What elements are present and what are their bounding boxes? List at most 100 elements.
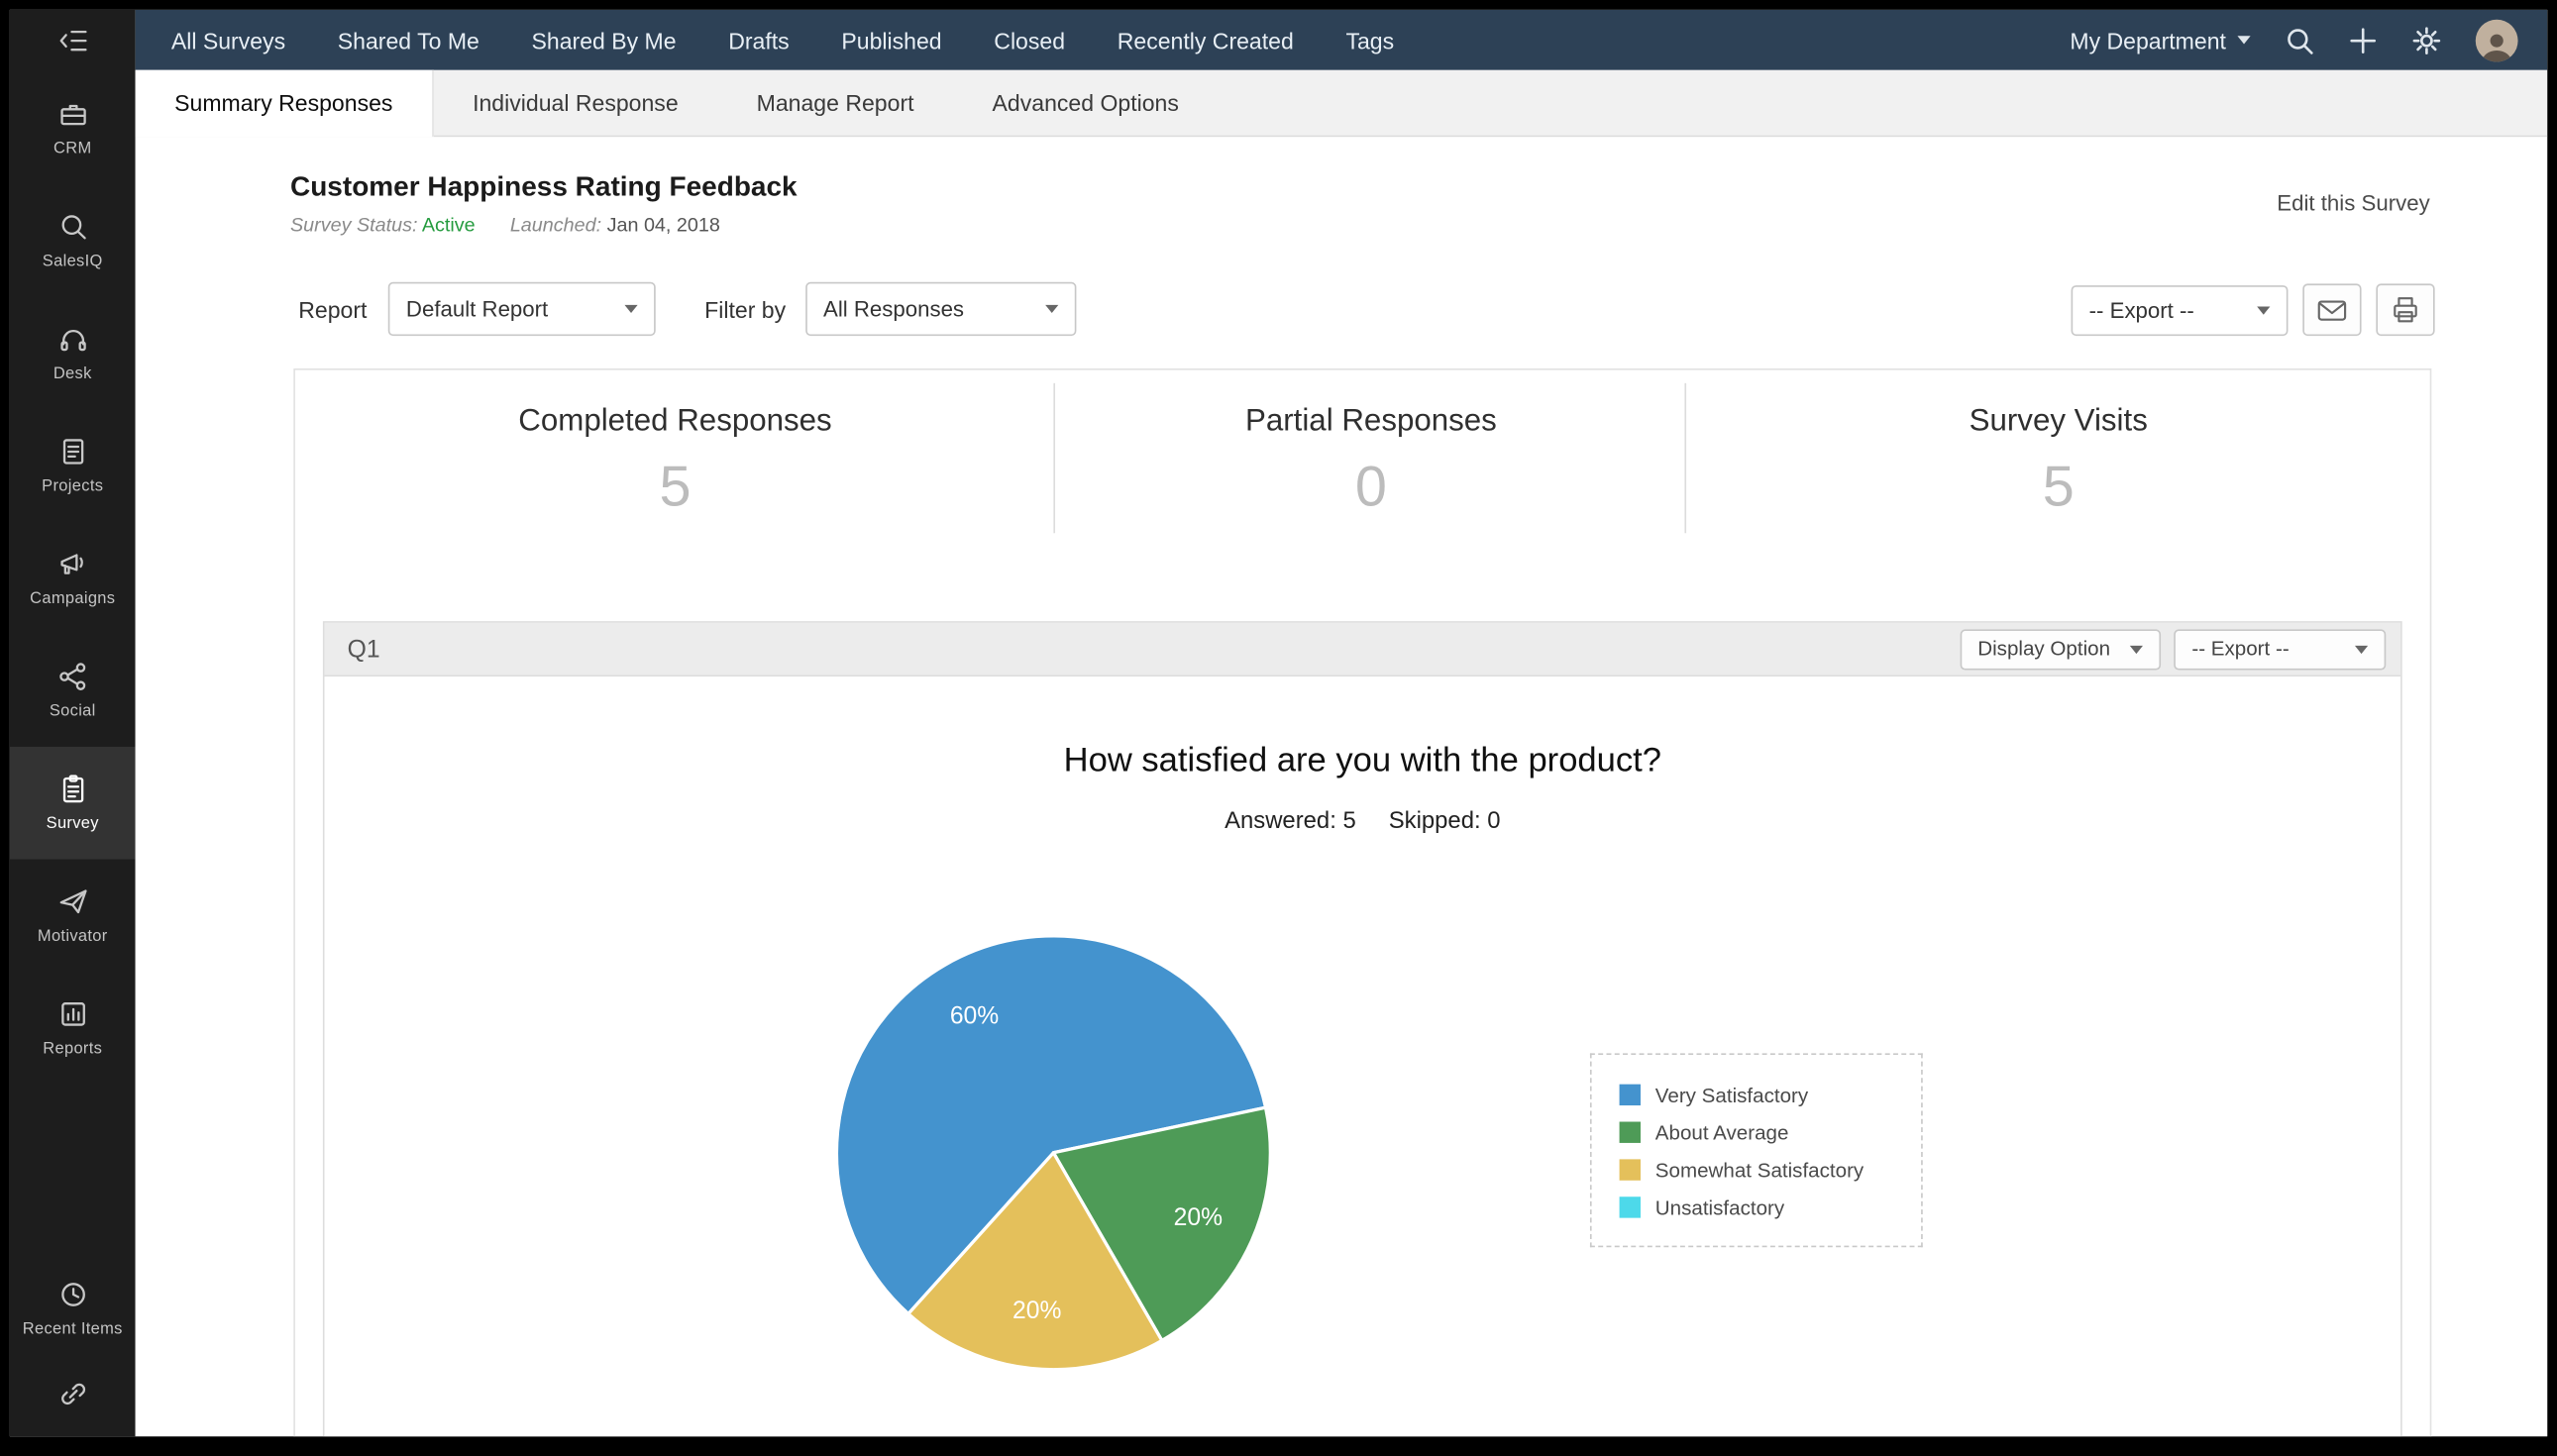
department-dropdown[interactable]: My Department bbox=[2070, 27, 2250, 52]
tab-summary-responses[interactable]: Summary Responses bbox=[136, 70, 434, 137]
sidebar-item-label: Desk bbox=[53, 365, 92, 383]
settings-button[interactable] bbox=[2412, 26, 2442, 55]
legend-label: Unsatisfactory bbox=[1655, 1196, 1784, 1218]
collapse-sidebar-button[interactable] bbox=[10, 10, 136, 72]
tab-advanced-options[interactable]: Advanced Options bbox=[953, 70, 1218, 136]
sidebar-item-projects[interactable]: Projects bbox=[10, 409, 136, 522]
pie-slice-label: 60% bbox=[950, 1003, 999, 1030]
nav-item-recently-created[interactable]: Recently Created bbox=[1118, 27, 1294, 52]
question-card-body: How satisfied are you with the product? … bbox=[325, 676, 2400, 1436]
stat-label: Survey Visits bbox=[1687, 404, 2430, 440]
print-button[interactable] bbox=[2376, 283, 2434, 336]
nav-item-published[interactable]: Published bbox=[841, 27, 941, 52]
printer-icon bbox=[2390, 293, 2422, 326]
chevron-down-icon bbox=[2130, 645, 2143, 653]
pie-slice-label: 20% bbox=[1174, 1204, 1223, 1231]
zoho-survey-app: CRM SalesIQ Desk Projects Campaigns bbox=[10, 10, 2547, 1436]
reports-icon bbox=[56, 997, 89, 1030]
chevron-down-icon bbox=[2257, 306, 2270, 314]
create-survey-button[interactable] bbox=[2348, 26, 2378, 55]
sidebar-item-crm[interactable]: CRM bbox=[10, 71, 136, 184]
stat-completed-responses: Completed Responses 5 bbox=[295, 370, 1055, 540]
nav-item-tags[interactable]: Tags bbox=[1345, 27, 1394, 52]
survey-launched-label: Launched: bbox=[510, 214, 601, 237]
legend-swatch bbox=[1620, 1196, 1641, 1217]
sidebar-item-survey[interactable]: Survey bbox=[10, 747, 136, 860]
legend-item[interactable]: Somewhat Satisfactory bbox=[1620, 1151, 1922, 1189]
stat-label: Completed Responses bbox=[295, 404, 1055, 440]
filter-dropdown[interactable]: All Responses bbox=[805, 282, 1076, 336]
answered-count: Answered: 5 bbox=[1225, 808, 1356, 834]
page-title: Customer Happiness Rating Feedback bbox=[290, 171, 798, 204]
app-sidebar: CRM SalesIQ Desk Projects Campaigns bbox=[10, 10, 136, 1436]
pie-chart-container: 60%20%20% bbox=[833, 933, 1273, 1373]
crm-icon bbox=[56, 98, 89, 131]
report-label: Report bbox=[298, 296, 367, 322]
nav-right-cluster: My Department bbox=[2070, 19, 2517, 61]
chevron-down-icon bbox=[2237, 36, 2250, 44]
sidebar-item-motivator[interactable]: Motivator bbox=[10, 859, 136, 972]
survey-status-label: Survey Status: bbox=[290, 214, 417, 237]
chart-legend: Very Satisfactory About Average Somewhat… bbox=[1590, 1053, 1923, 1247]
report-dropdown[interactable]: Default Report bbox=[388, 282, 656, 336]
report-controls: Report Default Report Filter by All Resp… bbox=[298, 282, 1076, 336]
skipped-count: Skipped: 0 bbox=[1389, 808, 1501, 834]
desk-icon bbox=[56, 323, 89, 356]
display-option-button[interactable]: Display Option bbox=[1960, 629, 2161, 670]
question-title: How satisfied are you with the product? bbox=[325, 676, 2400, 780]
salesiq-icon bbox=[56, 210, 89, 243]
legend-item[interactable]: Very Satisfactory bbox=[1620, 1076, 1922, 1113]
tab-manage-report[interactable]: Manage Report bbox=[717, 70, 953, 136]
nav-item-all-surveys[interactable]: All Surveys bbox=[171, 27, 285, 52]
export-dropdown-value: -- Export -- bbox=[2089, 297, 2194, 322]
legend-label: Very Satisfactory bbox=[1655, 1084, 1808, 1106]
sidebar-item-campaigns[interactable]: Campaigns bbox=[10, 522, 136, 635]
stat-label: Partial Responses bbox=[1055, 404, 1687, 440]
export-dropdown[interactable]: -- Export -- bbox=[2072, 284, 2289, 335]
user-avatar[interactable] bbox=[2476, 19, 2518, 61]
social-icon bbox=[56, 661, 89, 693]
nav-item-shared-to-me[interactable]: Shared To Me bbox=[338, 27, 479, 52]
sidebar-item-desk[interactable]: Desk bbox=[10, 297, 136, 410]
legend-item[interactable]: About Average bbox=[1620, 1113, 1922, 1151]
plus-icon bbox=[2348, 26, 2378, 55]
sidebar-item-reports[interactable]: Reports bbox=[10, 972, 136, 1085]
email-report-button[interactable] bbox=[2302, 283, 2361, 336]
nav-item-closed[interactable]: Closed bbox=[994, 27, 1065, 52]
top-navigation: All Surveys Shared To Me Shared By Me Dr… bbox=[136, 10, 2548, 70]
filter-dropdown-value: All Responses bbox=[823, 297, 964, 322]
collapse-sidebar-icon bbox=[56, 25, 89, 57]
sidebar-item-label: Projects bbox=[42, 477, 103, 495]
search-icon bbox=[2285, 26, 2314, 55]
pie-chart: 60%20%20% bbox=[833, 933, 1273, 1373]
chevron-down-icon bbox=[1045, 305, 1058, 313]
chevron-down-icon bbox=[2355, 645, 2368, 653]
nav-item-drafts[interactable]: Drafts bbox=[728, 27, 789, 52]
envelope-icon bbox=[2315, 295, 2348, 325]
sidebar-item-label: CRM bbox=[53, 141, 91, 158]
survey-icon bbox=[56, 773, 89, 805]
stat-partial-responses: Partial Responses 0 bbox=[1055, 370, 1687, 540]
stat-value: 5 bbox=[295, 455, 1055, 520]
sidebar-item-social[interactable]: Social bbox=[10, 634, 136, 747]
legend-label: About Average bbox=[1655, 1121, 1789, 1144]
legend-item[interactable]: Unsatisfactory bbox=[1620, 1189, 1922, 1226]
chevron-down-icon bbox=[625, 305, 638, 313]
sidebar-item-salesiq[interactable]: SalesIQ bbox=[10, 184, 136, 297]
sidebar-item-links[interactable] bbox=[10, 1365, 136, 1436]
sidebar-item-label: SalesIQ bbox=[43, 253, 103, 270]
edit-survey-link[interactable]: Edit this Survey bbox=[2277, 191, 2429, 216]
legend-swatch bbox=[1620, 1159, 1641, 1180]
clock-icon bbox=[56, 1279, 89, 1311]
stat-value: 5 bbox=[1687, 455, 2430, 520]
survey-status-value: Active bbox=[422, 214, 476, 237]
search-button[interactable] bbox=[2285, 26, 2314, 55]
nav-item-shared-by-me[interactable]: Shared By Me bbox=[532, 27, 677, 52]
motivator-icon bbox=[56, 885, 89, 918]
sidebar-item-recent-items[interactable]: Recent Items bbox=[10, 1252, 136, 1365]
sidebar-item-label: Survey bbox=[47, 815, 99, 833]
legend-label: Somewhat Satisfactory bbox=[1655, 1159, 1864, 1182]
question-export-dropdown[interactable]: -- Export -- bbox=[2174, 629, 2386, 670]
gear-icon bbox=[2412, 26, 2442, 55]
tab-individual-response[interactable]: Individual Response bbox=[434, 70, 718, 136]
